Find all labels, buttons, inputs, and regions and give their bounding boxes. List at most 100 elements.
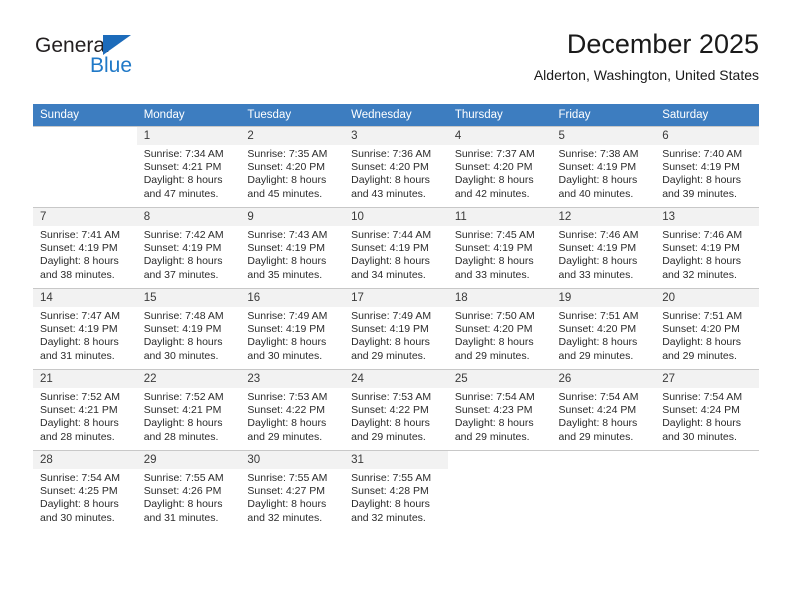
calendar-day-cell-inner	[551, 450, 656, 531]
calendar-day-cell[interactable]: 11 Sunrise: 7:45 AM Sunset: 4:19 PM Dayligh…	[447, 207, 552, 288]
day-detail-daylight-line2: and 29 minutes.	[351, 349, 426, 362]
day-number: 17	[344, 289, 448, 307]
day-detail-sunset: Sunset: 4:19 PM	[558, 161, 637, 174]
day-detail-daylight-line1: Daylight: 8 hours	[454, 255, 534, 268]
day-detail: Sunrise: 7:51 AM Sunset: 4:20 PM Daylight:…	[552, 307, 656, 363]
day-number: 9	[240, 208, 345, 226]
day-detail-daylight-line1: Daylight: 8 hours	[247, 498, 327, 511]
page-header: General Blue December 2025 Alderton, Was…	[33, 28, 759, 96]
day-detail-sunset: Sunset: 4:28 PM	[351, 485, 429, 498]
weekday-header-sunday: Sunday	[33, 104, 137, 126]
day-detail-daylight-line1: Daylight: 8 hours	[351, 417, 430, 430]
day-detail-sunrise: Sunrise: 7:38 AM	[558, 148, 639, 160]
day-number: 14	[33, 289, 137, 307]
day-number: 28	[33, 451, 137, 469]
calendar-day-cell[interactable]: 6 Sunrise: 7:40 AM Sunset: 4:19 PM Daylight…	[655, 126, 759, 207]
day-detail-sunset: Sunset: 4:21 PM	[143, 404, 222, 417]
day-detail-sunrise: Sunrise: 7:49 AM	[351, 310, 432, 322]
calendar-day-cell[interactable]: 24 Sunrise: 7:53 AM Sunset: 4:22 PM Dayligh…	[344, 369, 448, 450]
day-detail-daylight-line2: and 30 minutes.	[247, 349, 323, 362]
calendar-day-cell[interactable]: 17 Sunrise: 7:49 AM Sunset: 4:19 PM Dayligh…	[344, 288, 448, 369]
day-number: 10	[344, 208, 448, 226]
calendar-day-cell-inner	[655, 450, 759, 531]
day-detail-sunset: Sunset: 4:22 PM	[247, 404, 326, 417]
calendar-day-cell[interactable]: 28 Sunrise: 7:54 AM Sunset: 4:25 PM Dayligh…	[33, 450, 137, 531]
calendar-day-cell[interactable]: 29 Sunrise: 7:55 AM Sunset: 4:26 PM Dayligh…	[136, 450, 241, 531]
day-detail: Sunrise: 7:37 AM Sunset: 4:20 PM Daylight:…	[448, 145, 552, 201]
day-detail: Sunrise: 7:55 AM Sunset: 4:27 PM Daylight:…	[240, 469, 344, 525]
day-detail-sunset: Sunset: 4:22 PM	[351, 404, 429, 417]
day-detail-daylight-line2: and 38 minutes.	[40, 268, 115, 281]
calendar-day-cell[interactable]: 21 Sunrise: 7:52 AM Sunset: 4:21 PM Dayligh…	[33, 369, 137, 450]
day-number	[447, 451, 552, 469]
day-detail-sunrise: Sunrise: 7:55 AM	[351, 472, 432, 484]
weekday-header-tuesday: Tuesday	[240, 104, 345, 126]
day-number: 3	[344, 127, 448, 145]
day-detail-daylight-line1: Daylight: 8 hours	[454, 174, 534, 187]
calendar-day-cell[interactable]: 30 Sunrise: 7:55 AM Sunset: 4:27 PM Dayligh…	[240, 450, 345, 531]
day-detail-sunrise: Sunrise: 7:35 AM	[247, 148, 328, 160]
day-detail-sunset: Sunset: 4:19 PM	[247, 323, 326, 336]
calendar-day-cell[interactable]: 1 Sunrise: 7:34 AM Sunset: 4:21 PM Daylight…	[136, 126, 241, 207]
day-detail-daylight-line1: Daylight: 8 hours	[143, 498, 223, 511]
day-number: 19	[551, 289, 656, 307]
calendar-day-cell-inner: 2 Sunrise: 7:35 AM Sunset: 4:20 PM Daylight…	[240, 126, 345, 207]
calendar-day-cell[interactable]: 7 Sunrise: 7:41 AM Sunset: 4:19 PM Daylight…	[33, 207, 137, 288]
day-detail: Sunrise: 7:55 AM Sunset: 4:28 PM Daylight:…	[344, 469, 448, 525]
day-number: 15	[136, 289, 241, 307]
calendar-day-cell[interactable]: 26 Sunrise: 7:54 AM Sunset: 4:24 PM Dayligh…	[551, 369, 656, 450]
day-detail-sunset: Sunset: 4:19 PM	[351, 323, 429, 336]
calendar-day-cell[interactable]: 27 Sunrise: 7:54 AM Sunset: 4:24 PM Dayligh…	[655, 369, 759, 450]
calendar-day-cell-inner: 18 Sunrise: 7:50 AM Sunset: 4:20 PM Dayligh…	[447, 288, 552, 369]
calendar-day-cell-inner: 15 Sunrise: 7:48 AM Sunset: 4:19 PM Dayligh…	[136, 288, 241, 369]
day-detail-sunrise: Sunrise: 7:55 AM	[143, 472, 224, 484]
calendar-day-cell[interactable]: 18 Sunrise: 7:50 AM Sunset: 4:20 PM Dayligh…	[447, 288, 552, 369]
calendar-day-cell[interactable]: 4 Sunrise: 7:37 AM Sunset: 4:20 PM Daylight…	[447, 126, 552, 207]
day-detail-sunrise: Sunrise: 7:45 AM	[454, 229, 535, 241]
day-detail-sunset: Sunset: 4:19 PM	[454, 242, 533, 255]
day-detail-sunrise: Sunrise: 7:49 AM	[247, 310, 328, 322]
day-number: 26	[551, 370, 656, 388]
calendar-day-cell[interactable]: 14 Sunrise: 7:47 AM Sunset: 4:19 PM Dayligh…	[33, 288, 137, 369]
calendar-day-cell[interactable]: 13 Sunrise: 7:46 AM Sunset: 4:19 PM Dayligh…	[655, 207, 759, 288]
calendar-day-cell[interactable]: 2 Sunrise: 7:35 AM Sunset: 4:20 PM Daylight…	[240, 126, 345, 207]
calendar-day-cell[interactable]: 22 Sunrise: 7:52 AM Sunset: 4:21 PM Dayligh…	[136, 369, 241, 450]
day-detail: Sunrise: 7:52 AM Sunset: 4:21 PM Daylight:…	[33, 388, 137, 444]
calendar-day-cell[interactable]: 20 Sunrise: 7:51 AM Sunset: 4:20 PM Dayligh…	[655, 288, 759, 369]
brand-logo[interactable]: General Blue	[33, 34, 213, 90]
day-detail: Sunrise: 7:48 AM Sunset: 4:19 PM Daylight:…	[137, 307, 241, 363]
calendar-day-cell	[33, 126, 137, 207]
calendar-day-cell[interactable]: 12 Sunrise: 7:46 AM Sunset: 4:19 PM Dayligh…	[551, 207, 656, 288]
calendar-week-row: 28 Sunrise: 7:54 AM Sunset: 4:25 PM Dayligh…	[33, 450, 759, 531]
calendar-day-cell[interactable]: 8 Sunrise: 7:42 AM Sunset: 4:19 PM Daylight…	[136, 207, 241, 288]
day-detail-daylight-line2: and 29 minutes.	[454, 430, 530, 443]
calendar-day-cell[interactable]: 15 Sunrise: 7:48 AM Sunset: 4:19 PM Dayligh…	[136, 288, 241, 369]
calendar-day-cell[interactable]: 16 Sunrise: 7:49 AM Sunset: 4:19 PM Dayligh…	[240, 288, 345, 369]
title-block: December 2025 Alderton, Washington, Unit…	[534, 28, 759, 84]
day-detail-sunset: Sunset: 4:21 PM	[40, 404, 118, 417]
day-detail: Sunrise: 7:41 AM Sunset: 4:19 PM Daylight:…	[33, 226, 137, 282]
calendar-day-cell[interactable]: 31 Sunrise: 7:55 AM Sunset: 4:28 PM Dayligh…	[344, 450, 448, 531]
calendar-day-cell-inner: 30 Sunrise: 7:55 AM Sunset: 4:27 PM Dayligh…	[240, 450, 345, 531]
calendar-day-cell[interactable]: 25 Sunrise: 7:54 AM Sunset: 4:23 PM Dayligh…	[447, 369, 552, 450]
day-detail: Sunrise: 7:54 AM Sunset: 4:25 PM Daylight:…	[33, 469, 137, 525]
day-detail: Sunrise: 7:52 AM Sunset: 4:21 PM Daylight:…	[137, 388, 241, 444]
calendar-day-cell[interactable]: 19 Sunrise: 7:51 AM Sunset: 4:20 PM Dayligh…	[551, 288, 656, 369]
day-detail-daylight-line2: and 45 minutes.	[247, 187, 323, 200]
calendar-day-cell[interactable]: 5 Sunrise: 7:38 AM Sunset: 4:19 PM Daylight…	[551, 126, 656, 207]
calendar-day-cell[interactable]: 3 Sunrise: 7:36 AM Sunset: 4:20 PM Daylight…	[344, 126, 448, 207]
day-detail-daylight-line2: and 29 minutes.	[558, 349, 634, 362]
day-number: 13	[655, 208, 759, 226]
day-detail-sunrise: Sunrise: 7:47 AM	[40, 310, 120, 322]
day-detail-daylight-line2: and 35 minutes.	[247, 268, 323, 281]
calendar-day-cell[interactable]: 9 Sunrise: 7:43 AM Sunset: 4:19 PM Daylight…	[240, 207, 345, 288]
calendar-day-cell[interactable]: 10 Sunrise: 7:44 AM Sunset: 4:19 PM Dayligh…	[344, 207, 448, 288]
location-subtitle: Alderton, Washington, United States	[533, 67, 759, 83]
day-detail-sunset: Sunset: 4:23 PM	[454, 404, 533, 417]
day-detail-daylight-line2: and 32 minutes.	[247, 511, 323, 524]
calendar-day-cell[interactable]: 23 Sunrise: 7:53 AM Sunset: 4:22 PM Dayligh…	[240, 369, 345, 450]
sunrise-sunset-calendar: Sunday Monday Tuesday Wednesday Thursday…	[33, 104, 759, 531]
day-detail-sunset: Sunset: 4:19 PM	[247, 242, 326, 255]
day-detail-daylight-line2: and 43 minutes.	[351, 187, 426, 200]
day-detail-daylight-line1: Daylight: 8 hours	[143, 336, 223, 349]
